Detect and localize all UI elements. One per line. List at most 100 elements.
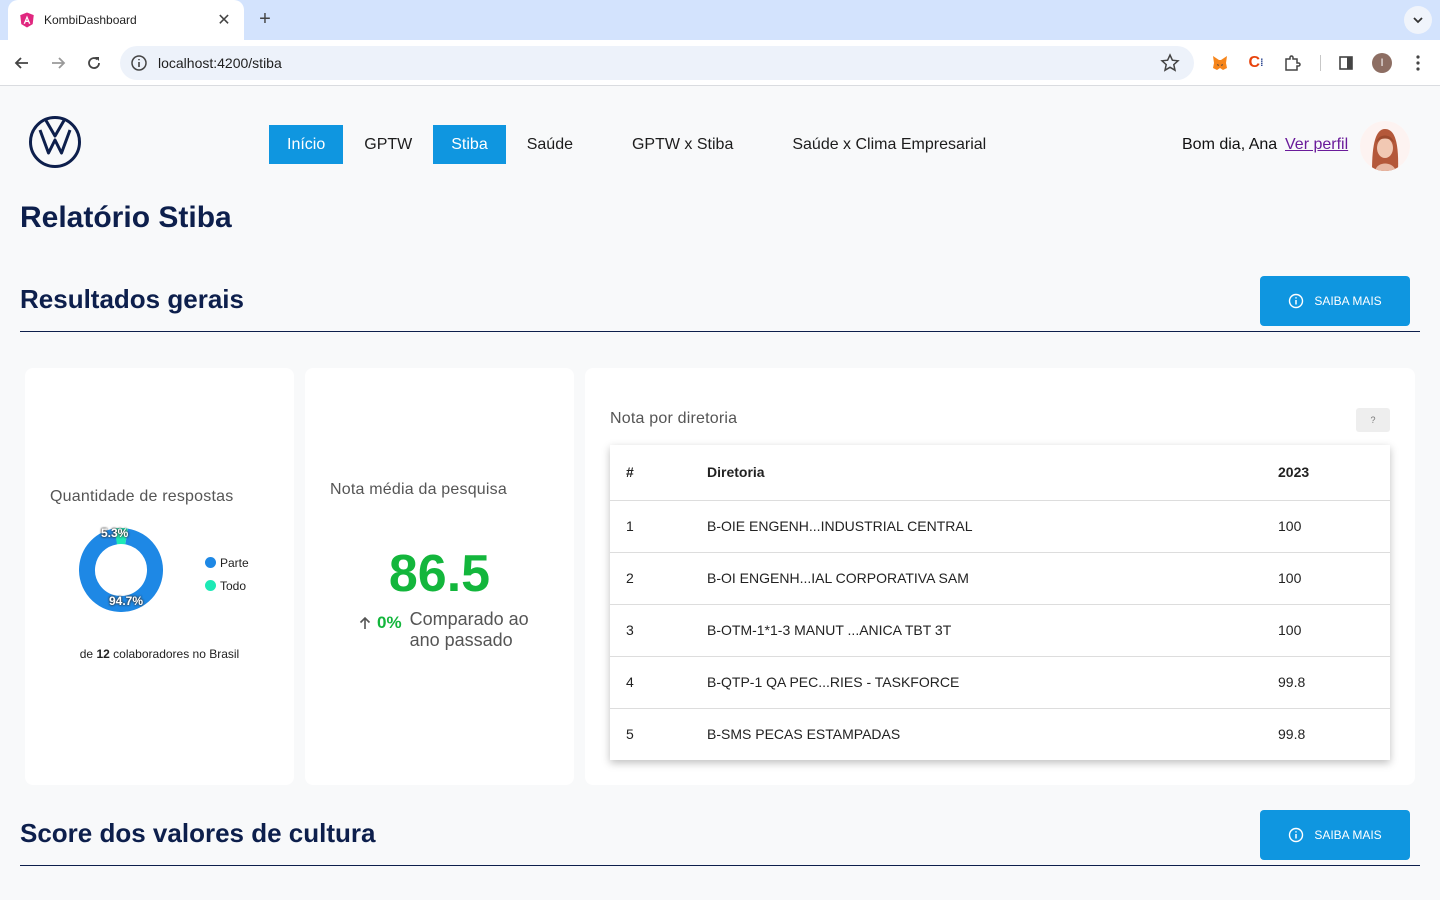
column-header-rank[interactable]: # xyxy=(610,445,707,501)
side-panel-icon[interactable] xyxy=(1336,53,1356,73)
browser-toolbar: localhost:4200/stiba C ⁞ I xyxy=(0,40,1440,86)
metamask-icon[interactable] xyxy=(1210,53,1230,73)
forward-button[interactable] xyxy=(46,51,70,75)
cell-directorate: B-OIE ENGENH...INDUSTRIAL CENTRAL xyxy=(707,500,1278,553)
app-page: Início GPTW Stiba Saúde GPTW x Stiba Saú… xyxy=(0,87,1440,900)
learn-more-label: SAIBA MAIS xyxy=(1314,294,1382,308)
slice-label-todo: 5.3% xyxy=(101,526,129,540)
cell-directorate: B-OTM-1*1-3 MANUT ...ANICA TBT 3T xyxy=(707,604,1278,657)
cell-score: 100 xyxy=(1278,500,1390,553)
arrow-up-icon xyxy=(359,616,371,629)
reload-icon xyxy=(88,57,100,69)
table-row[interactable]: 3 B-OTM-1*1-3 MANUT ...ANICA TBT 3T 100 xyxy=(610,604,1390,657)
nav-gptw[interactable]: GPTW xyxy=(346,125,430,164)
greeting-text: Bom dia, Ana xyxy=(1182,136,1278,153)
responses-donut: 5.3% 94.7% xyxy=(79,526,163,612)
learn-more-button[interactable]: SAIBA MAIS xyxy=(1260,276,1410,326)
cell-score: 100 xyxy=(1278,552,1390,605)
close-icon[interactable]: ✕ xyxy=(214,10,234,30)
total-count: 12 xyxy=(96,647,110,661)
info-icon xyxy=(1289,293,1304,309)
table-row[interactable]: 2 B-OI ENGENH...IAL CORPORATIVA SAM 100 xyxy=(610,552,1390,605)
vw-logo-icon[interactable] xyxy=(28,115,82,169)
total-prefix: de xyxy=(79,647,94,661)
arrow-left-icon xyxy=(14,57,28,69)
total-suffix: colaboradores no Brasil xyxy=(113,647,240,661)
table-row[interactable]: 1 B-OIE ENGENH...INDUSTRIAL CENTRAL 100 xyxy=(610,500,1390,553)
directorate-label: Nota por diretoria xyxy=(610,410,738,427)
section-title-culture: Score dos valores de cultura xyxy=(20,818,376,848)
directorate-card: Nota por diretoria ? # Diretoria 2023 1 … xyxy=(585,368,1415,785)
extension-c-icon[interactable]: C ⁞ xyxy=(1246,53,1266,73)
tab-search-button[interactable] xyxy=(1404,6,1432,34)
directorate-table: # Diretoria 2023 1 B-OIE ENGENH...INDUST… xyxy=(610,445,1390,760)
table-row[interactable]: 5 B-SMS PECAS ESTAMPADAS 99.8 xyxy=(610,708,1390,760)
legend-dot-parte xyxy=(205,557,216,568)
cell-rank: 5 xyxy=(626,726,634,743)
user-avatar[interactable] xyxy=(1360,121,1410,171)
url-text[interactable]: localhost:4200/stiba xyxy=(158,55,1160,71)
legend-item-todo[interactable]: Todo xyxy=(205,574,249,597)
info-icon[interactable] xyxy=(130,54,148,72)
cell-rank: 1 xyxy=(610,500,707,553)
total-collaborators-text: de 12 colaboradores no Brasil xyxy=(25,647,294,661)
cell-rank: 3 xyxy=(610,604,707,657)
tab-title: KombiDashboard xyxy=(44,13,137,27)
cell-directorate: B-OI ENGENH...IAL CORPORATIVA SAM xyxy=(707,552,1278,605)
browser-tab[interactable]: KombiDashboard ✕ xyxy=(8,0,244,40)
cell-directorate: B-QTP-1 QA PEC...RIES - TASKFORCE xyxy=(707,656,1278,709)
average-score-label: Nota média da pesquisa xyxy=(330,481,507,498)
user-photo-icon xyxy=(1360,121,1410,171)
nav-stiba[interactable]: Stiba xyxy=(433,125,506,164)
browser-profile-avatar[interactable]: I xyxy=(1372,53,1392,73)
view-profile-link[interactable]: Ver perfil xyxy=(1285,136,1348,154)
slice-label-parte: 94.7% xyxy=(109,594,144,608)
nav-inicio[interactable]: Início xyxy=(269,125,344,164)
arrow-right-icon xyxy=(52,57,66,69)
column-header-year[interactable]: 2023 xyxy=(1278,445,1390,501)
score-trend: 0% Comparado ao ano passado xyxy=(357,609,540,651)
extensions-icon[interactable] xyxy=(1282,53,1302,73)
section-divider xyxy=(20,865,1420,866)
cell-score: 99.8 xyxy=(1278,656,1390,709)
legend-dot-todo xyxy=(205,580,216,591)
nav-saude-x-clima[interactable]: Saúde x Clima Empresarial xyxy=(774,125,1004,164)
section-title-general: Resultados gerais xyxy=(20,284,244,314)
cell-score: 100 xyxy=(1278,604,1390,657)
trend-value: 0% xyxy=(377,613,402,632)
responses-card: Quantidade de respostas 5.3% 94.7% Parte… xyxy=(25,368,294,785)
chevron-down-icon xyxy=(1413,17,1423,24)
column-header-directorate[interactable]: Diretoria xyxy=(707,445,1278,501)
cell-directorate: B-SMS PECAS ESTAMPADAS xyxy=(707,726,901,743)
table-row[interactable]: 4 B-QTP-1 QA PEC...RIES - TASKFORCE 99.8 xyxy=(610,656,1390,709)
average-score-card: Nota média da pesquisa 86.5 0% Comparado… xyxy=(305,368,574,785)
nav-gptw-x-stiba[interactable]: GPTW x Stiba xyxy=(594,125,771,164)
new-tab-icon[interactable]: + xyxy=(254,8,276,32)
learn-more-culture-button[interactable]: SAIBA MAIS xyxy=(1260,810,1410,860)
trend-text: Comparado ao ano passado xyxy=(409,609,529,650)
page-title: Relatório Stiba xyxy=(20,201,232,234)
responses-label: Quantidade de respostas xyxy=(50,488,234,505)
section-divider xyxy=(20,331,1420,332)
toolbar-divider xyxy=(1320,55,1321,71)
legend-item-parte[interactable]: Parte xyxy=(205,551,249,574)
address-bar[interactable]: localhost:4200/stiba xyxy=(120,46,1194,80)
kebab-menu-icon[interactable] xyxy=(1408,53,1428,73)
average-score-value: 86.5 xyxy=(388,545,491,603)
nav-saude[interactable]: Saúde xyxy=(509,125,591,164)
chart-legend: Parte Todo xyxy=(205,551,249,597)
star-icon[interactable] xyxy=(1160,53,1180,73)
learn-more-label: SAIBA MAIS xyxy=(1314,828,1382,842)
legend-label-parte: Parte xyxy=(220,555,249,570)
main-nav: Início GPTW Stiba Saúde GPTW x Stiba Saú… xyxy=(269,125,1007,164)
cell-rank: 4 xyxy=(610,656,707,709)
help-button[interactable]: ? xyxy=(1356,408,1390,432)
browser-tabstrip: KombiDashboard ✕ + xyxy=(0,0,1440,40)
back-button[interactable] xyxy=(10,51,34,75)
legend-label-todo: Todo xyxy=(220,578,247,593)
cell-score: 99.8 xyxy=(1278,726,1306,743)
angular-icon xyxy=(20,12,34,28)
table-header-row: # Diretoria 2023 xyxy=(610,445,1390,501)
info-icon xyxy=(1289,827,1304,843)
reload-button[interactable] xyxy=(82,51,106,75)
